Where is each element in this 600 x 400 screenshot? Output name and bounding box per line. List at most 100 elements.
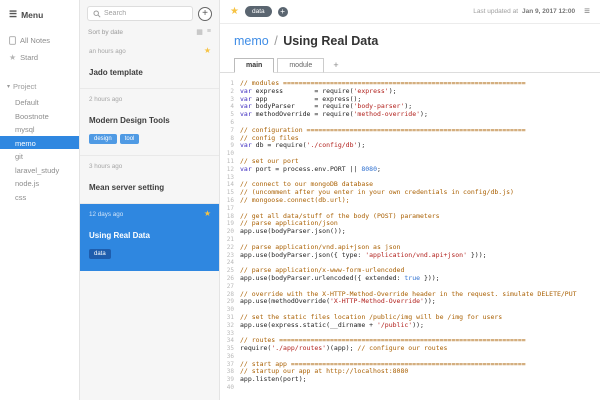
code-token: )(app);	[326, 344, 358, 353]
code-text: app.listen(port);	[240, 375, 307, 384]
code-token: // get all data/stuff of the body (POST)…	[240, 211, 440, 220]
code-token: app = express();	[251, 94, 362, 103]
note-card[interactable]: 2 hours ago Modern Design Tools design tool	[80, 89, 219, 157]
note-title-heading: Using Real Data	[283, 34, 379, 48]
note-card[interactable]: 3 hours ago Mean server setting	[80, 156, 219, 205]
code-token: // parse application/json	[240, 219, 338, 228]
sidebar-item-git[interactable]: git	[0, 149, 79, 163]
sidebar-item-memo[interactable]: memo	[0, 135, 79, 149]
code-token: );	[420, 110, 428, 119]
hamburger-icon: ☰	[9, 9, 18, 19]
last-updated-label: Last updated at	[473, 8, 519, 15]
menu-button[interactable]: ☰ Menu	[0, 7, 79, 32]
tab-main[interactable]: main	[234, 58, 275, 73]
project-section-label: Project	[13, 82, 37, 91]
line-number: 32	[226, 321, 234, 329]
code-token: var	[240, 141, 252, 150]
breadcrumb: memo / Using Real Data	[220, 24, 600, 55]
tab-bar: main module +	[220, 55, 600, 73]
line-number: 8	[230, 134, 234, 142]
code-token: // parse application/x-www-form-urlencod…	[240, 266, 405, 275]
line-number: 15	[226, 189, 234, 197]
line-number: 22	[226, 243, 234, 251]
line-number: 20	[226, 228, 234, 236]
star-toggle-icon[interactable]: ★	[230, 6, 239, 17]
line-number: 39	[226, 376, 234, 384]
project-section-toggle[interactable]: ▾ Project	[0, 78, 79, 95]
note-tags: data	[89, 249, 210, 260]
line-number: 5	[230, 111, 234, 119]
sidebar-item-Default[interactable]: Default	[0, 95, 79, 109]
tag-design: design	[89, 134, 117, 145]
sidebar-item-mysql[interactable]: mysql	[0, 122, 79, 136]
note-timestamp: 2 hours ago	[89, 96, 123, 103]
line-number: 31	[226, 313, 234, 321]
sidebar: ☰ Menu All Notes ★ Stard ▾ Project Defau…	[0, 0, 80, 400]
code-token: './app/routes'	[271, 344, 327, 353]
line-number: 14	[226, 181, 234, 189]
code-token: // set our port	[240, 156, 299, 165]
code-token: // override with the X-HTTP-Method-Overr…	[240, 289, 577, 298]
line-number: 30	[226, 306, 234, 314]
tag-tool: tool	[119, 134, 140, 145]
code-token: var	[240, 110, 252, 119]
code-token: // modules =============================…	[240, 79, 526, 87]
code-token: true	[404, 273, 421, 282]
code-editor[interactable]: 1 // modules ============================…	[220, 73, 600, 400]
line-number: 11	[226, 157, 234, 165]
editor-menu-icon[interactable]: ≡	[584, 6, 590, 17]
chevron-down-icon: ▾	[7, 84, 11, 90]
sidebar-item-node.js[interactable]: node.js	[0, 176, 79, 190]
note-tags: design tool	[89, 134, 210, 145]
line-number: 16	[226, 196, 234, 204]
grid-view-icon[interactable]: ▦	[196, 28, 203, 36]
code-token: db = require(	[251, 141, 307, 150]
line-number: 29	[226, 298, 234, 306]
line-number: 37	[226, 360, 234, 368]
note-timestamp: 3 hours ago	[89, 163, 123, 171]
code-token: var	[240, 86, 252, 95]
code-token: // configure our routes	[357, 344, 448, 353]
code-text: require('./app/routes')(app); // configu…	[240, 344, 448, 353]
code-line: 9 var db = require('./config/db');	[225, 141, 600, 150]
code-token: express = require(	[251, 86, 354, 95]
code-token: ;	[376, 164, 381, 173]
note-card[interactable]: an hours ago ★ Jado template	[80, 41, 219, 89]
search-icon	[93, 9, 101, 18]
code-token: // connect to our mongoDB database	[240, 180, 374, 189]
sidebar-item-css[interactable]: css	[0, 190, 79, 204]
sidebar-item-Boostnote[interactable]: Boostnote	[0, 109, 79, 123]
line-number: 26	[226, 274, 234, 282]
search-input[interactable]	[104, 10, 187, 17]
line-number: 2	[230, 87, 234, 95]
code-token: // configuration =======================…	[240, 125, 526, 134]
code-token: app.use(bodyParser.json());	[240, 227, 346, 236]
code-line: 39 app.listen(port);	[225, 375, 600, 384]
line-number: 36	[226, 352, 234, 360]
menu-label: Menu	[21, 9, 44, 20]
sidebar-item-laravel_study[interactable]: laravel_study	[0, 163, 79, 177]
line-number: 4	[230, 103, 234, 111]
note-card[interactable]: 12 days ago ★ Using Real Data data	[80, 204, 219, 272]
code-token: );	[404, 102, 413, 111]
add-tag-button[interactable]: +	[277, 6, 288, 17]
list-view-icon[interactable]: ≡	[207, 28, 211, 36]
note-list-panel: + Sort by date ▦ ≡ an hours ago ★ Jado tem…	[80, 0, 220, 400]
sort-by-date-label: Sort by date	[88, 28, 124, 36]
code-token: './config/db'	[306, 141, 358, 150]
code-text: // mongoose.connect(db.url);	[240, 196, 350, 205]
sidebar-item-starred[interactable]: ★ Stard	[0, 49, 79, 66]
sort-row: Sort by date ▦ ≡	[80, 25, 219, 41]
add-note-button[interactable]: +	[198, 6, 212, 21]
line-number: 34	[226, 337, 234, 345]
code-text: var port = process.env.PORT || 8080;	[240, 164, 381, 174]
code-text: var db = require('./config/db');	[240, 141, 365, 150]
all-notes-label: All Notes	[20, 36, 51, 45]
breadcrumb-folder-link[interactable]: memo	[234, 34, 269, 48]
tab-module[interactable]: module	[277, 58, 325, 73]
tag-pill[interactable]: data	[244, 5, 272, 18]
code-token: 'X-HTTP-Method-Override'	[330, 297, 424, 306]
new-tab-button[interactable]: +	[327, 58, 344, 72]
sidebar-item-all-notes[interactable]: All Notes	[0, 32, 79, 49]
note-title: Modern Design Tools	[89, 116, 170, 125]
